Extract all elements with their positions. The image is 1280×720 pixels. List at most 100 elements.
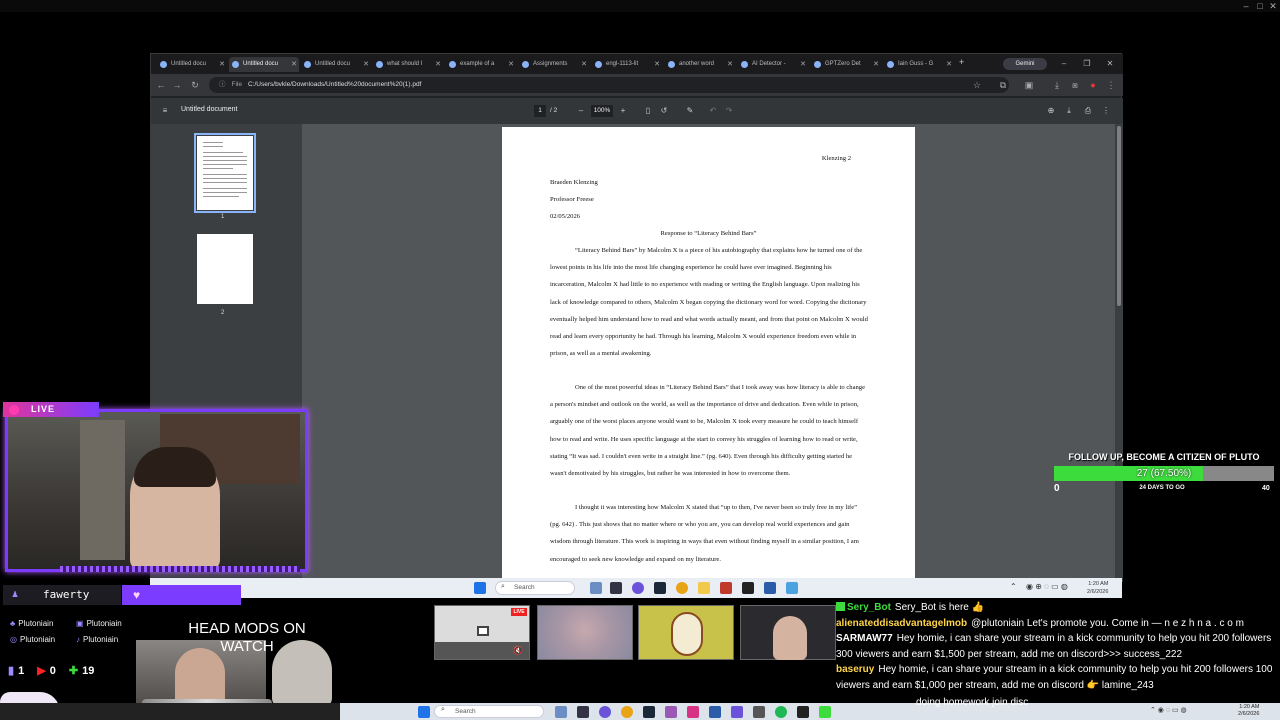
print-icon[interactable]: ⎙ [1082, 105, 1094, 117]
close-tab-icon[interactable]: ✕ [291, 57, 297, 72]
back-icon[interactable]: ← [155, 79, 167, 91]
host-maximize-icon[interactable]: □ [1254, 0, 1266, 12]
app-icon[interactable] [786, 582, 798, 594]
menu-dots-icon[interactable]: ⋮ [1105, 79, 1117, 91]
paragraph-3: I thought it was interesting how Malcolm… [550, 504, 859, 563]
app-icon[interactable] [687, 706, 699, 718]
download-icon[interactable]: ⤓ [1051, 79, 1063, 91]
more-options-icon[interactable]: ⋮ [1100, 105, 1112, 117]
outer-tray-icons[interactable]: ⌃ ◉ ◌ ▭ ◍ [1150, 706, 1187, 714]
discord-icon[interactable] [599, 706, 611, 718]
windows-start-icon[interactable] [418, 706, 430, 718]
new-tab-icon[interactable]: + [959, 57, 964, 67]
page-thumbnail-1[interactable] [194, 133, 256, 213]
minimize-icon[interactable]: – [1057, 57, 1071, 71]
tab[interactable]: what should I ✕ [373, 57, 443, 72]
tab[interactable]: AI Detector - ✕ [738, 57, 808, 72]
tab-active[interactable]: Untitled docu ✕ [229, 57, 299, 72]
social-handle: Plutoniain [18, 619, 54, 628]
close-tab-icon[interactable]: ✕ [946, 57, 952, 72]
rotate-icon[interactable]: ↺ [658, 105, 670, 117]
close-tab-icon[interactable]: ✕ [219, 57, 225, 72]
close-tab-icon[interactable]: ✕ [873, 57, 879, 72]
tab[interactable]: Iain Guss - G ✕ [884, 57, 954, 72]
close-tab-icon[interactable]: ✕ [727, 57, 733, 72]
follow-goal-days: 24 DAYS TO GO [1139, 485, 1185, 491]
tab[interactable]: Untitled docu ✕ [157, 57, 227, 72]
host-close-icon[interactable]: ✕ [1267, 0, 1279, 12]
outer-taskbar-left [0, 703, 340, 720]
tray-icons[interactable]: ◉ ⊕ ◌ ▭ ◍ [1026, 582, 1068, 591]
steam-icon[interactable] [654, 582, 666, 594]
gemini-button[interactable]: Gemini [1003, 58, 1047, 70]
tab[interactable]: another word ✕ [665, 57, 735, 72]
tab-label: example of a [460, 61, 495, 67]
zoom-out-icon[interactable]: – [575, 105, 587, 117]
follower-name: fawerty [43, 588, 90, 601]
close-tab-icon[interactable]: ✕ [508, 57, 514, 72]
url-field[interactable]: ⓘ File C:/Users/bvkle/Downloads/Untitled%2… [209, 77, 1009, 93]
tab-search-icon[interactable]: ⧆ [1069, 79, 1081, 91]
thumb-text-line [203, 160, 247, 161]
obs-icon[interactable] [797, 706, 809, 718]
folder-icon[interactable] [698, 582, 710, 594]
app-icon[interactable] [709, 706, 721, 718]
hamburger-menu-icon[interactable]: ≡ [159, 105, 171, 117]
profile-icon[interactable]: ● [1087, 79, 1099, 91]
tab[interactable]: GPTZero Det ✕ [811, 57, 881, 72]
zoom-input[interactable]: 100% [591, 105, 613, 117]
close-tab-icon[interactable]: ✕ [654, 57, 660, 72]
close-tab-icon[interactable]: ✕ [435, 57, 441, 72]
chrome-icon[interactable] [676, 582, 688, 594]
fit-page-icon[interactable]: ▯ [642, 105, 654, 117]
page-number-input[interactable]: 1 [534, 105, 546, 117]
page-thumbnail-2[interactable] [197, 234, 253, 304]
close-window-icon[interactable]: ✕ [1103, 57, 1117, 71]
tray-chevron-icon[interactable]: ⌃ [1010, 582, 1017, 591]
social-handle: Plutoniain [19, 635, 56, 644]
steam-icon[interactable] [643, 706, 655, 718]
undo-icon[interactable]: ↶ [707, 105, 719, 117]
tab[interactable]: Untitled docu ✕ [301, 57, 371, 72]
host-minimize-icon[interactable]: – [1240, 0, 1252, 12]
restore-icon[interactable]: ❐ [1080, 57, 1094, 71]
close-tab-icon[interactable]: ✕ [581, 57, 587, 72]
sidepanel-icon[interactable]: ▣ [1023, 79, 1035, 91]
app-icon[interactable] [577, 706, 589, 718]
app-icon[interactable] [764, 582, 776, 594]
reload-icon[interactable]: ↻ [189, 79, 201, 91]
settings-icon[interactable] [753, 706, 765, 718]
inner-clock: 1:20 AM 2/6/2026 [1087, 580, 1108, 596]
forward-icon[interactable]: → [171, 79, 183, 91]
annotate-icon[interactable]: ✎ [684, 105, 696, 117]
close-tab-icon[interactable]: ✕ [363, 57, 369, 72]
app-icon[interactable] [731, 706, 743, 718]
kick-icon[interactable] [819, 706, 831, 718]
close-tab-icon[interactable]: ✕ [800, 57, 806, 72]
spotify-icon[interactable] [775, 706, 787, 718]
save-icon[interactable]: ⊕ [1045, 105, 1057, 117]
discord-icon[interactable] [632, 582, 644, 594]
bookmark-star-icon[interactable]: ☆ [971, 79, 983, 91]
app-icon[interactable] [610, 582, 622, 594]
redo-icon[interactable]: ↷ [723, 105, 735, 117]
windows-start-icon[interactable] [474, 582, 486, 594]
tab[interactable]: example of a ✕ [446, 57, 516, 72]
tab[interactable]: Assignments ✕ [519, 57, 589, 72]
task-view-icon[interactable] [590, 582, 602, 594]
obs-icon[interactable] [742, 582, 754, 594]
scrollbar-thumb[interactable] [1117, 126, 1121, 306]
app-icon[interactable] [665, 706, 677, 718]
chrome-icon[interactable] [621, 706, 633, 718]
zoom-in-icon[interactable]: + [617, 105, 629, 117]
extensions-icon[interactable]: ⧉ [997, 79, 1009, 91]
app-icon[interactable] [720, 582, 732, 594]
task-view-icon[interactable] [555, 706, 567, 718]
pdf-download-icon[interactable]: ⤓ [1063, 105, 1075, 117]
taskbar-search[interactable]: Search [495, 581, 575, 595]
google-icon [668, 61, 675, 68]
tab[interactable]: engl-1113-lit ✕ [592, 57, 662, 72]
outer-taskbar-search[interactable]: Search [434, 705, 544, 718]
follow-goal-value: 27 (67.50%) [1136, 468, 1192, 479]
site-icon [814, 61, 821, 68]
